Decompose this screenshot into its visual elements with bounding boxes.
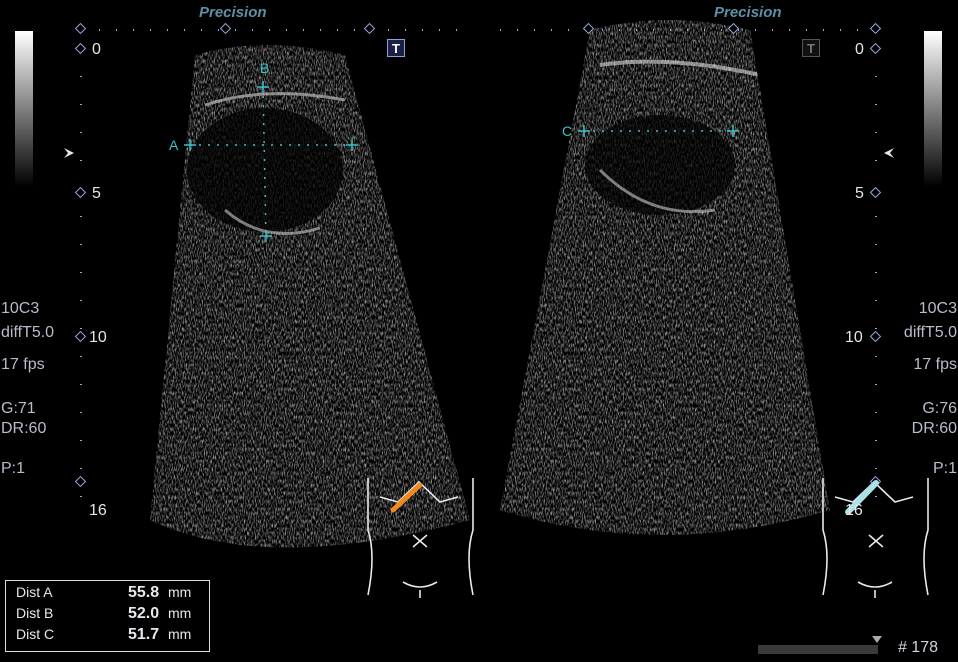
- left-probe: 10C3: [1, 300, 40, 317]
- measurement-results-box: Dist A 55.8 mm Dist B 52.0 mm Dist C 51.…: [5, 580, 210, 652]
- cine-progress-bar[interactable]: [758, 645, 878, 654]
- depth-label-right-10: 10: [845, 329, 863, 346]
- right-probe: 10C3: [918, 300, 957, 317]
- cine-position-marker[interactable]: [872, 636, 882, 644]
- right-parameters: 10C3 diffT5.0 17 fps G:76 DR:60 P:1: [904, 297, 957, 481]
- depth-label-left-10: 10: [89, 329, 107, 346]
- t-button-left[interactable]: T: [387, 39, 405, 57]
- right-preset: P:1: [932, 460, 957, 477]
- caliper-label-c: C: [562, 123, 573, 139]
- measurement-unit: mm: [168, 584, 192, 600]
- measurement-label: Dist A: [16, 584, 53, 600]
- caliper-label-a: A: [169, 137, 179, 153]
- depth-label-left-5: 5: [92, 185, 101, 202]
- measurement-label: Dist C: [16, 626, 55, 642]
- focus-marker-right: [884, 148, 894, 158]
- top-scale-left: [74, 22, 460, 35]
- measurement-row-b: Dist B 52.0 mm: [16, 605, 206, 625]
- depth-label-right-0: 0: [855, 41, 864, 58]
- measurement-value: 52.0: [128, 605, 160, 622]
- cine-progress-fill: [758, 645, 878, 654]
- measurement-unit: mm: [168, 605, 192, 621]
- right-image-sector: [500, 20, 830, 535]
- left-mode: diffT5.0: [1, 324, 55, 341]
- right-dr: DR:60: [911, 420, 957, 437]
- depth-scale-right: [869, 42, 882, 515]
- caliper-label-b: B: [260, 60, 270, 76]
- measurement-unit: mm: [168, 626, 192, 642]
- focus-marker-left: [64, 148, 74, 158]
- measurement-value: 51.7: [128, 626, 160, 643]
- measurement-row-c: Dist C 51.7 mm: [16, 626, 206, 646]
- left-parameters: 10C3 diffT5.0 17 fps G:71 DR:60 P:1: [1, 297, 54, 481]
- depth-label-left-16: 16: [89, 502, 107, 519]
- depth-scale-left: [74, 42, 87, 515]
- measurement-row-a: Dist A 55.8 mm: [16, 584, 206, 604]
- left-dr: DR:60: [1, 420, 47, 437]
- left-fps: 17 fps: [1, 356, 45, 373]
- right-fps: 17 fps: [913, 356, 957, 373]
- grayscale-bar-left: [15, 31, 33, 187]
- depth-label-right-5: 5: [855, 185, 864, 202]
- frame-counter: # 178: [897, 639, 938, 656]
- left-image-sector: [150, 45, 470, 548]
- depth-label-right-16: 16: [845, 502, 863, 519]
- left-preset: P:1: [1, 460, 26, 477]
- measurement-value: 55.8: [128, 584, 160, 601]
- ultrasound-display: [64, 20, 929, 598]
- t-button-right[interactable]: T: [802, 39, 820, 57]
- right-mode: diffT5.0: [903, 324, 957, 341]
- depth-label-left-0: 0: [92, 41, 101, 58]
- measurement-label: Dist B: [16, 605, 54, 621]
- grayscale-bar-right: [924, 31, 942, 187]
- precision-label-left: Precision: [199, 4, 267, 21]
- precision-label-right: Precision: [714, 4, 782, 21]
